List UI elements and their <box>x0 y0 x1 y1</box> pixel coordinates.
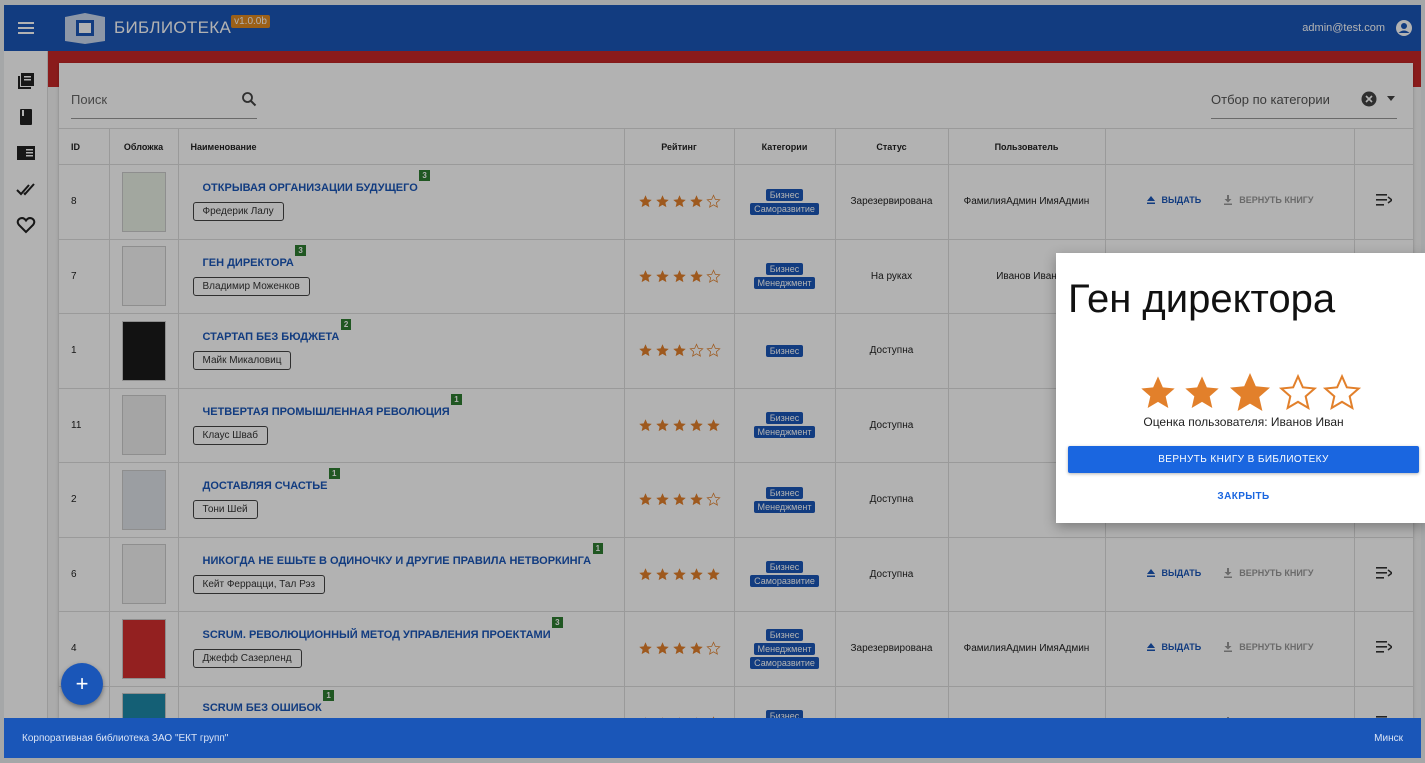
rating-star-filled-icon[interactable] <box>1182 373 1222 413</box>
dialog-title: Ген директора <box>1068 277 1336 321</box>
close-button[interactable]: ЗАКРЫТЬ <box>1056 491 1425 502</box>
rating-star-outline-icon[interactable] <box>1278 373 1318 413</box>
return-to-library-button[interactable]: ВЕРНУТЬ КНИГУ В БИБЛИОТЕКУ <box>1068 446 1419 473</box>
rating-star-filled-icon[interactable] <box>1226 369 1274 417</box>
add-book-button[interactable]: + <box>61 663 103 705</box>
rating-star-outline-icon[interactable] <box>1322 373 1362 413</box>
rating-dialog: Ген директора Оценка пользователя: Ивано… <box>1056 253 1425 523</box>
rating-caption: Оценка пользователя: Иванов Иван <box>1143 415 1344 429</box>
rating-star-filled-icon[interactable] <box>1138 373 1178 413</box>
footer-city: Минск <box>1374 732 1403 744</box>
footer: Корпоративная библиотека ЗАО "ЕКТ групп"… <box>4 718 1421 758</box>
rating-stars[interactable] <box>1136 369 1364 417</box>
footer-company: Корпоративная библиотека ЗАО "ЕКТ групп" <box>22 732 229 744</box>
